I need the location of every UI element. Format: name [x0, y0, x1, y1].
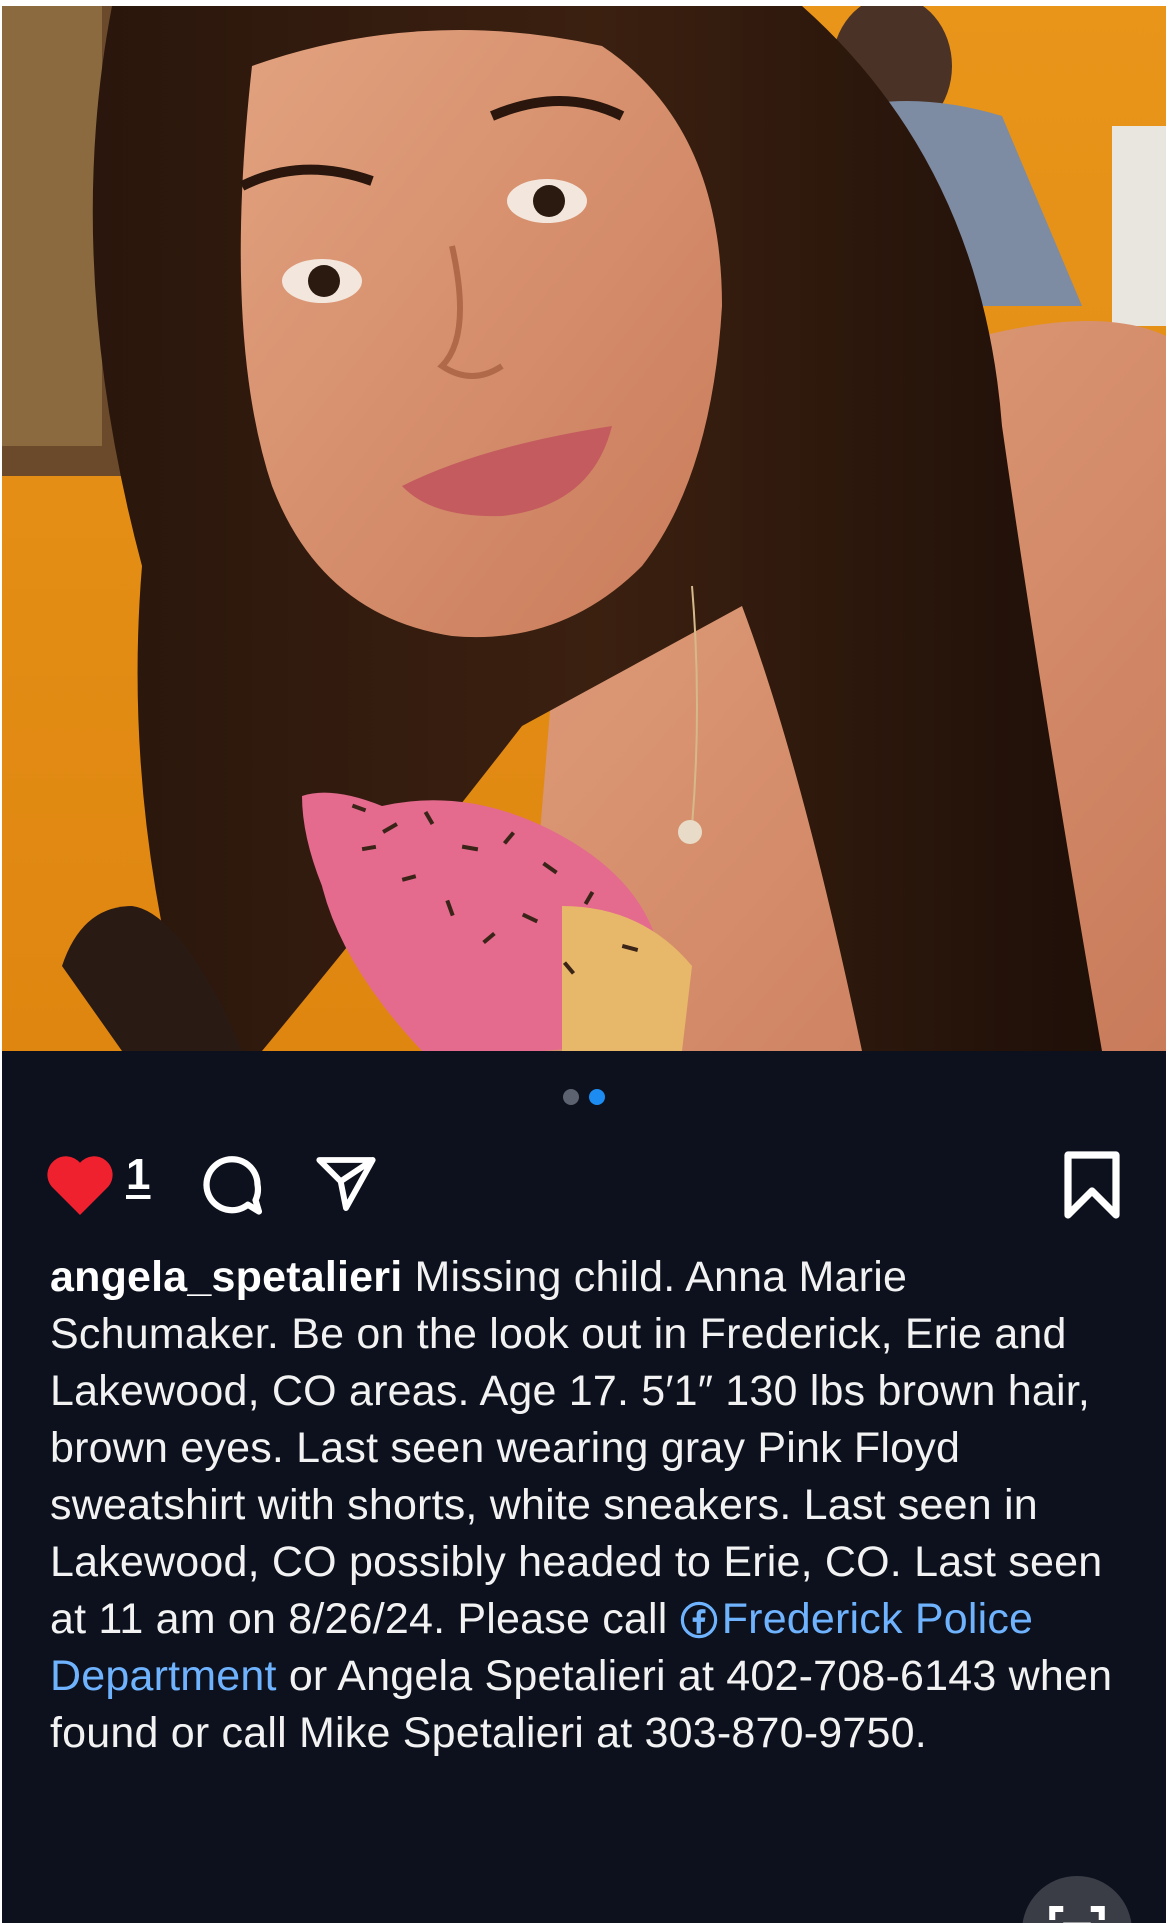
photo-illustration — [2, 6, 1166, 1051]
comment-icon[interactable] — [198, 1152, 266, 1220]
facebook-icon — [680, 1601, 717, 1639]
scan-text-button[interactable] — [1022, 1876, 1132, 1923]
bookmark-icon[interactable] — [1062, 1148, 1122, 1222]
instagram-post: 1 angela_spetalieri Missing child. Anna … — [2, 6, 1166, 1923]
like-count[interactable]: 1 — [126, 1150, 150, 1200]
carousel-indicator — [2, 1089, 1166, 1105]
text-scan-icon — [1049, 1905, 1105, 1923]
caption-text-part1: Missing child. Anna Marie Schumaker. Be … — [50, 1253, 1103, 1643]
carousel-dot-1 — [563, 1089, 579, 1105]
share-icon[interactable] — [312, 1152, 380, 1216]
caption-username[interactable]: angela_spetalieri — [50, 1253, 402, 1301]
heart-icon[interactable] — [42, 1152, 118, 1218]
post-caption: angela_spetalieri Missing child. Anna Ma… — [50, 1249, 1120, 1762]
post-photo[interactable] — [2, 6, 1166, 1051]
post-action-bar: 1 — [42, 1146, 1126, 1226]
carousel-dot-2-active — [589, 1089, 605, 1105]
screenshot-frame: 1 angela_spetalieri Missing child. Anna … — [0, 0, 1170, 1923]
